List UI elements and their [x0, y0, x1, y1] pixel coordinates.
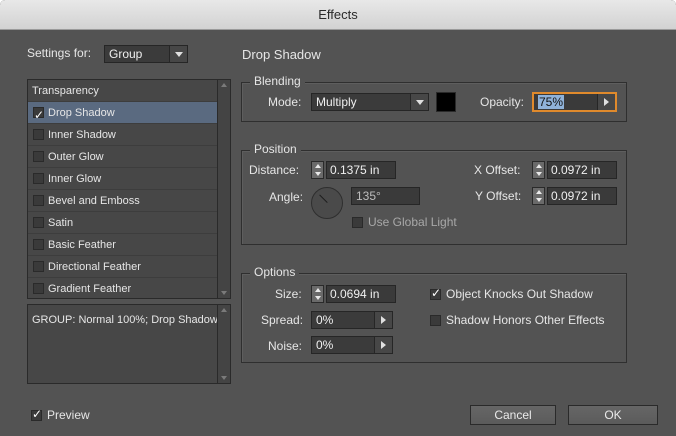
- distance-label: Distance:: [249, 163, 300, 177]
- scroll-down-icon[interactable]: [221, 291, 227, 295]
- list-item-gradient-feather[interactable]: Gradient Feather: [28, 278, 218, 300]
- checkbox-icon[interactable]: [33, 261, 44, 272]
- opacity-field[interactable]: 75%: [532, 92, 617, 112]
- checkbox-icon[interactable]: [33, 104, 44, 126]
- effects-list: Transparency Drop Shadow Inner Shadow Ou…: [27, 79, 231, 299]
- object-knocks-out-shadow-checkbox[interactable]: Object Knocks Out Shadow: [430, 286, 593, 303]
- list-item-inner-shadow[interactable]: Inner Shadow: [28, 124, 218, 146]
- list-item-bevel-and-emboss[interactable]: Bevel and Emboss: [28, 190, 218, 212]
- checkbox-icon[interactable]: [33, 129, 44, 140]
- checkbox-icon[interactable]: [430, 315, 441, 326]
- stepper-arrows-icon[interactable]: [311, 285, 324, 303]
- distance-stepper[interactable]: 0.1375 in: [311, 161, 396, 179]
- list-item-label: Bevel and Emboss: [48, 195, 140, 207]
- shadow-color-swatch[interactable]: [436, 92, 456, 112]
- angle-field[interactable]: 135°: [351, 187, 420, 205]
- list-item-drop-shadow[interactable]: Drop Shadow: [28, 102, 218, 126]
- panel-title: Drop Shadow: [242, 47, 321, 62]
- preview-checkbox[interactable]: Preview: [31, 407, 90, 424]
- opacity-value: 75%: [538, 95, 565, 109]
- chevron-right-icon[interactable]: [374, 312, 392, 328]
- size-stepper[interactable]: 0.0694 in: [311, 285, 396, 303]
- spread-value: 0%: [316, 313, 334, 327]
- list-item-inner-glow[interactable]: Inner Glow: [28, 168, 218, 190]
- list-item-label: Inner Shadow: [48, 129, 116, 141]
- blend-mode-value: Multiply: [316, 95, 357, 109]
- list-item-label: Basic Feather: [48, 239, 116, 251]
- summary-scrollbar[interactable]: [217, 305, 230, 383]
- checkbox-icon[interactable]: [33, 239, 44, 250]
- object-knocks-out-shadow-label: Object Knocks Out Shadow: [446, 287, 593, 301]
- list-scrollbar[interactable]: [217, 80, 230, 298]
- noise-value: 0%: [316, 338, 334, 352]
- checkbox-icon[interactable]: [31, 407, 42, 421]
- summary-text: GROUP: Normal 100%; Drop Shadow: [32, 314, 218, 326]
- y-offset-stepper[interactable]: 0.0972 in: [532, 187, 617, 205]
- y-offset-label: Y Offset:: [475, 189, 522, 203]
- checkbox-icon[interactable]: [33, 283, 44, 294]
- settings-for-dropdown[interactable]: Group: [104, 45, 188, 63]
- list-item-directional-feather[interactable]: Directional Feather: [28, 256, 218, 278]
- x-offset-stepper[interactable]: 0.0972 in: [532, 161, 617, 179]
- list-item-satin[interactable]: Satin: [28, 212, 218, 234]
- checkbox-icon[interactable]: [33, 217, 44, 228]
- use-global-light-checkbox[interactable]: Use Global Light: [352, 215, 457, 231]
- shadow-honors-other-effects-checkbox[interactable]: Shadow Honors Other Effects: [430, 313, 605, 329]
- settings-for-label: Settings for:: [27, 46, 92, 60]
- checkbox-icon[interactable]: [33, 173, 44, 184]
- blending-title: Blending: [250, 74, 305, 88]
- mode-label: Mode:: [268, 95, 302, 109]
- chevron-right-icon[interactable]: [597, 94, 615, 110]
- x-offset-value[interactable]: 0.0972 in: [547, 161, 617, 179]
- angle-label: Angle:: [269, 190, 304, 204]
- checkbox-icon[interactable]: [352, 217, 363, 228]
- stepper-arrows-icon[interactable]: [311, 161, 324, 179]
- effects-summary: GROUP: Normal 100%; Drop Shadow: [27, 304, 231, 384]
- shadow-honors-other-effects-label: Shadow Honors Other Effects: [446, 313, 605, 327]
- chevron-down-icon: [410, 94, 428, 110]
- distance-value[interactable]: 0.1375 in: [326, 161, 396, 179]
- effects-dialog: Effects Settings for: Group Transparency…: [0, 0, 676, 436]
- opacity-label: Opacity:: [480, 95, 525, 109]
- spread-field[interactable]: 0%: [311, 311, 393, 329]
- cancel-button[interactable]: Cancel: [470, 405, 556, 425]
- scroll-down-icon[interactable]: [221, 376, 227, 380]
- noise-label: Noise:: [268, 339, 303, 353]
- checkbox-icon[interactable]: [33, 195, 44, 206]
- scroll-up-icon[interactable]: [221, 308, 227, 312]
- list-item-label: Satin: [48, 217, 74, 229]
- position-title: Position: [250, 142, 301, 156]
- size-value[interactable]: 0.0694 in: [326, 285, 396, 303]
- options-title: Options: [250, 265, 300, 279]
- list-item-label: Inner Glow: [48, 173, 102, 185]
- stepper-arrows-icon[interactable]: [532, 187, 545, 205]
- settings-for-value: Group: [109, 47, 143, 61]
- window-title: Effects: [0, 0, 676, 30]
- noise-field[interactable]: 0%: [311, 336, 393, 354]
- checkbox-icon[interactable]: [33, 151, 44, 162]
- list-item-label: Directional Feather: [48, 261, 141, 273]
- stepper-arrows-icon[interactable]: [532, 161, 545, 179]
- list-header-transparency[interactable]: Transparency: [28, 80, 218, 102]
- chevron-right-icon[interactable]: [374, 337, 392, 353]
- checkbox-icon[interactable]: [430, 286, 441, 300]
- list-item-label: Gradient Feather: [48, 283, 132, 295]
- angle-dial-icon[interactable]: [311, 187, 343, 219]
- list-item-label: Outer Glow: [48, 151, 104, 163]
- spread-label: Spread:: [261, 313, 304, 327]
- chevron-down-icon: [169, 46, 187, 62]
- ok-button[interactable]: OK: [568, 405, 658, 425]
- x-offset-label: X Offset:: [474, 163, 521, 177]
- y-offset-value[interactable]: 0.0972 in: [547, 187, 617, 205]
- scroll-up-icon[interactable]: [221, 83, 227, 87]
- angle-needle: [319, 194, 328, 203]
- list-item-outer-glow[interactable]: Outer Glow: [28, 146, 218, 168]
- size-label: Size:: [275, 287, 302, 301]
- list-item-basic-feather[interactable]: Basic Feather: [28, 234, 218, 256]
- blend-mode-dropdown[interactable]: Multiply: [311, 93, 429, 111]
- preview-label: Preview: [47, 408, 90, 422]
- use-global-light-label: Use Global Light: [368, 215, 457, 229]
- list-item-label: Drop Shadow: [48, 107, 115, 119]
